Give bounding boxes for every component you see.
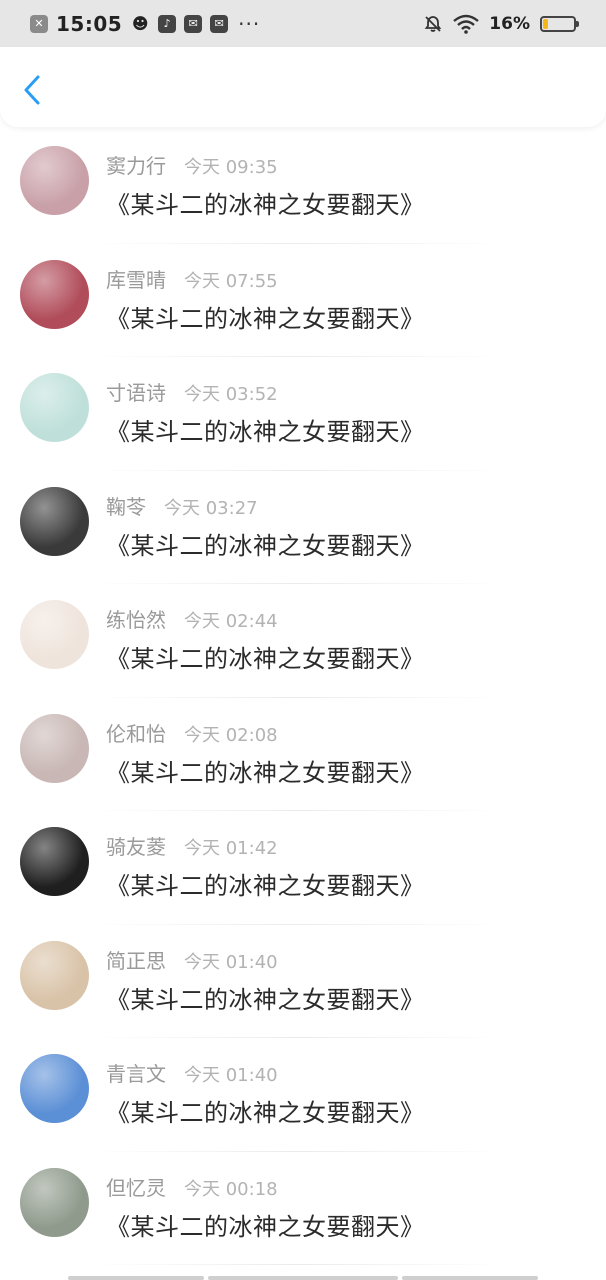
username[interactable]: 库雪晴 xyxy=(106,264,166,293)
username[interactable]: 但忆灵 xyxy=(106,1172,166,1201)
avatar-shade xyxy=(20,146,89,215)
timestamp: 今天 00:18 xyxy=(184,1178,278,1200)
comment-text: 《某斗二的冰神之女要翻天》 xyxy=(106,304,425,333)
timestamp: 今天 07:55 xyxy=(184,270,278,292)
avatar[interactable] xyxy=(20,373,89,442)
avatar[interactable] xyxy=(20,827,89,896)
comment-meta: 但忆灵 今天 00:18 xyxy=(106,1172,278,1201)
comment-row[interactable]: 但忆灵 今天 00:18 《某斗二的冰神之女要翻天》 xyxy=(0,1152,606,1265)
avatar-shade xyxy=(20,600,89,669)
comment-text: 《某斗二的冰神之女要翻天》 xyxy=(106,531,425,560)
battery-percent: 16% xyxy=(489,13,530,34)
avatar[interactable] xyxy=(20,940,89,1010)
comment-meta: 窦力行 今天 09:35 xyxy=(106,150,278,179)
comment-text: 《某斗二的冰神之女要翻天》 xyxy=(106,418,425,446)
comment-row[interactable]: 鞠苓 今天 03:27 《某斗二的冰神之女要翻天》 xyxy=(0,471,606,584)
avatar[interactable] xyxy=(20,1167,89,1237)
comment-meta: 简正思 今天 01:40 xyxy=(106,945,278,974)
comment-text: 《某斗二的冰神之女要翻天》 xyxy=(106,985,425,1014)
battery-fill xyxy=(543,18,548,29)
close-icon: ✕ xyxy=(30,14,48,33)
comment-row[interactable]: 练怡然 今天 02:44 《某斗二的冰神之女要翻天》 xyxy=(0,584,606,698)
comment-text: 《某斗二的冰神之女要翻天》 xyxy=(106,1212,425,1241)
avatar[interactable] xyxy=(20,1054,89,1123)
mail-icon: ✉ xyxy=(210,14,229,33)
row-divider xyxy=(90,1264,506,1265)
comment-row[interactable]: 简正思 今天 01:40 《某斗二的冰神之女要翻天》 xyxy=(0,925,606,1038)
comment-meta: 鞠苓 今天 03:27 xyxy=(106,491,258,520)
wifi-icon xyxy=(453,14,480,34)
timestamp: 今天 03:27 xyxy=(164,497,258,519)
username[interactable]: 骑友菱 xyxy=(106,831,166,860)
battery-icon xyxy=(540,15,579,32)
timestamp: 今天 01:40 xyxy=(184,1065,278,1086)
tiktok-icon: ♪ xyxy=(158,14,177,33)
more-dots-icon: ··· xyxy=(238,11,261,36)
comment-row[interactable]: 库雪晴 今天 07:55 《某斗二的冰神之女要翻天》 xyxy=(0,244,606,357)
comment-text: 《某斗二的冰神之女要翻天》 xyxy=(106,645,425,673)
bottom-edge xyxy=(0,1272,606,1280)
comment-row[interactable]: 青言文 今天 01:40 《某斗二的冰神之女要翻天》 xyxy=(0,1038,606,1152)
comment-meta: 库雪晴 今天 07:55 xyxy=(106,264,278,293)
avatar[interactable] xyxy=(20,713,89,783)
header-bar xyxy=(0,47,606,127)
divider-strip xyxy=(208,1276,398,1280)
avatar-shade xyxy=(20,486,89,556)
avatar-shade xyxy=(20,713,89,783)
divider-strip xyxy=(68,1276,204,1280)
comment-meta: 伦和怡 今天 02:08 xyxy=(106,718,278,747)
avatar-shade xyxy=(20,1054,89,1123)
status-time: 15:05 xyxy=(56,11,123,36)
timestamp: 今天 09:35 xyxy=(184,157,278,178)
status-left: ✕ 15:05 ☻ ♪ ✉ ✉ ··· xyxy=(30,12,260,36)
mute-icon xyxy=(424,15,442,32)
chevron-left-icon[interactable] xyxy=(18,73,48,107)
username[interactable]: 鞠苓 xyxy=(106,491,146,520)
avatar[interactable] xyxy=(20,259,89,329)
cat-icon: ☻ xyxy=(131,14,149,33)
avatar-shade xyxy=(20,827,89,896)
username[interactable]: 练怡然 xyxy=(106,604,166,633)
avatar[interactable] xyxy=(20,600,89,669)
username[interactable]: 窦力行 xyxy=(106,150,166,179)
divider-strip xyxy=(402,1276,538,1280)
status-right: 16% xyxy=(423,13,579,34)
comment-meta: 练怡然 今天 02:44 xyxy=(106,604,278,633)
timestamp: 今天 01:42 xyxy=(184,838,278,859)
avatar[interactable] xyxy=(20,486,89,556)
avatar-shade xyxy=(20,259,89,329)
comment-text: 《某斗二的冰神之女要翻天》 xyxy=(106,758,425,787)
username[interactable]: 寸语诗 xyxy=(106,377,166,406)
avatar-shade xyxy=(20,1167,89,1237)
comment-meta: 骑友菱 今天 01:42 xyxy=(106,831,278,860)
mail-icon: ✉ xyxy=(184,14,203,33)
comment-meta: 青言文 今天 01:40 xyxy=(106,1058,278,1087)
comment-row[interactable]: 窦力行 今天 09:35 《某斗二的冰神之女要翻天》 xyxy=(0,130,606,244)
avatar-shade xyxy=(20,373,89,442)
comment-row[interactable]: 寸语诗 今天 03:52 《某斗二的冰神之女要翻天》 xyxy=(0,357,606,471)
timestamp: 今天 02:44 xyxy=(184,611,278,632)
comment-meta: 寸语诗 今天 03:52 xyxy=(106,377,278,406)
status-bar: ✕ 15:05 ☻ ♪ ✉ ✉ ··· 16% xyxy=(0,0,606,47)
comment-text: 《某斗二的冰神之女要翻天》 xyxy=(106,191,425,219)
comment-list: 窦力行 今天 09:35 《某斗二的冰神之女要翻天》 库雪晴 今天 07:55 《某斗二的… xyxy=(0,130,606,1265)
timestamp: 今天 01:40 xyxy=(184,951,278,973)
comment-text: 《某斗二的冰神之女要翻天》 xyxy=(106,1099,425,1127)
comment-row[interactable]: 骑友菱 今天 01:42 《某斗二的冰神之女要翻天》 xyxy=(0,811,606,925)
comment-row[interactable]: 伦和怡 今天 02:08 《某斗二的冰神之女要翻天》 xyxy=(0,698,606,811)
avatar[interactable] xyxy=(20,146,89,215)
comment-text: 《某斗二的冰神之女要翻天》 xyxy=(106,872,425,900)
username[interactable]: 伦和怡 xyxy=(106,718,166,747)
avatar-shade xyxy=(20,940,89,1010)
username[interactable]: 简正思 xyxy=(106,945,166,974)
timestamp: 今天 03:52 xyxy=(184,384,278,405)
timestamp: 今天 02:08 xyxy=(184,724,278,746)
username[interactable]: 青言文 xyxy=(106,1058,166,1087)
